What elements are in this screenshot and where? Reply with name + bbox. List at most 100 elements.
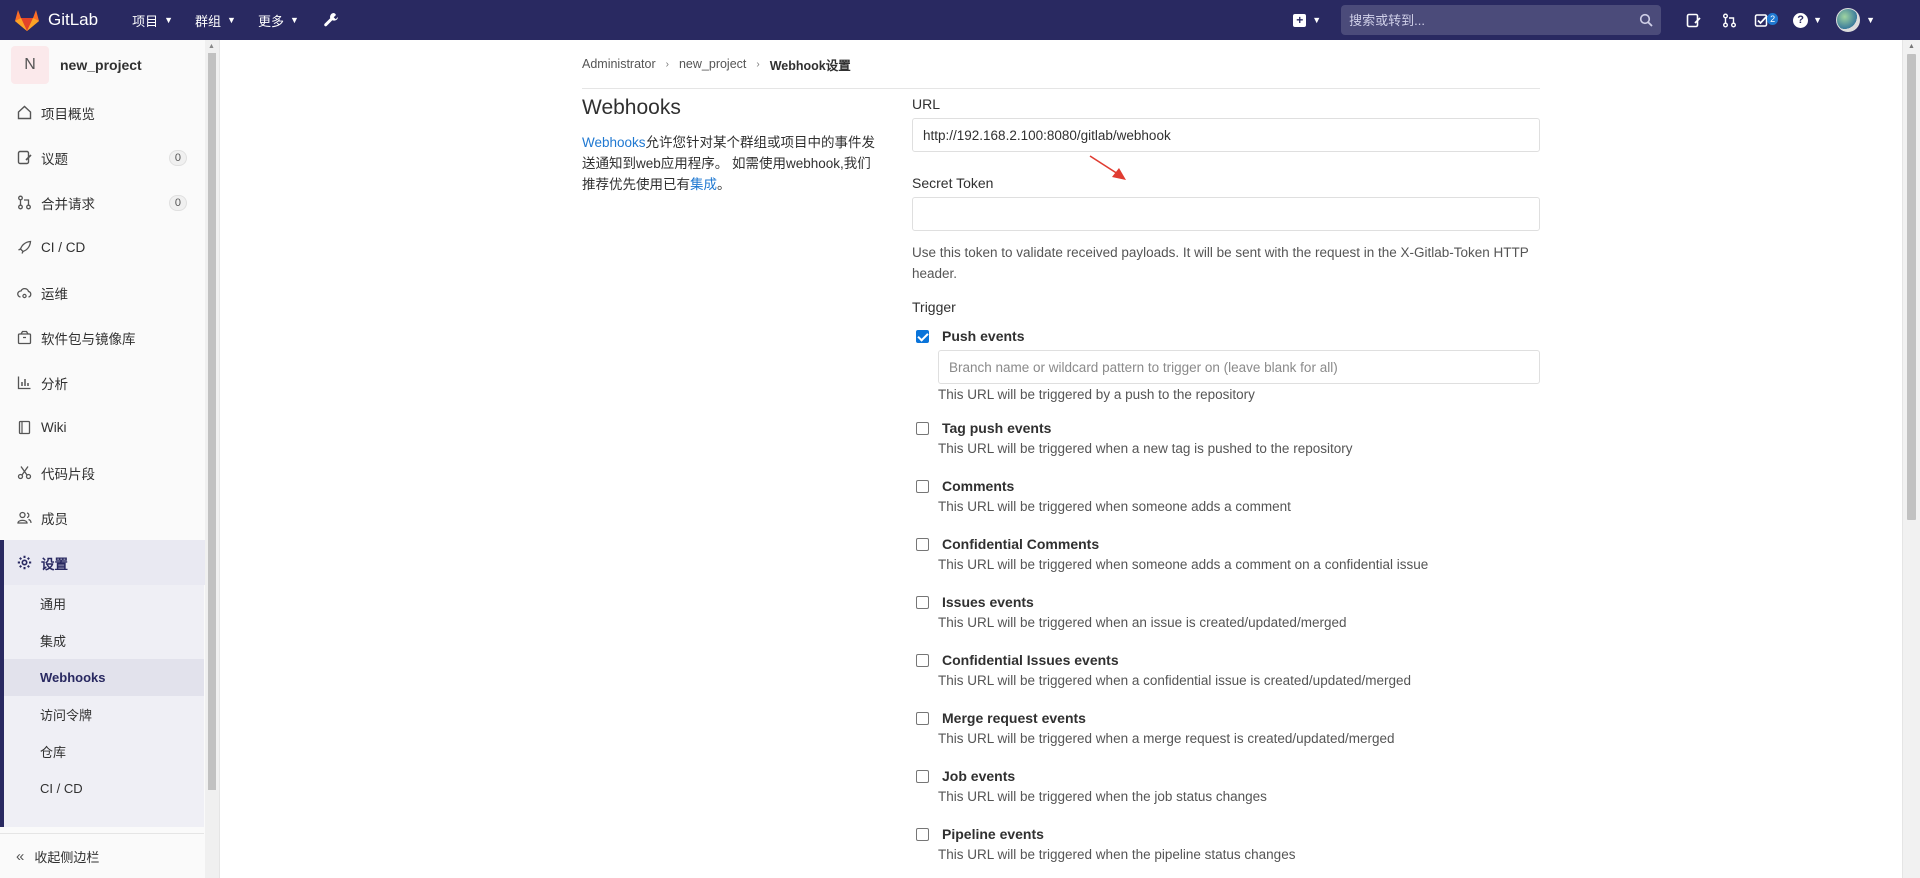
sidebar-subitem-repository[interactable]: 仓库 xyxy=(4,733,204,770)
trigger-title[interactable]: Merge request events xyxy=(942,710,1086,726)
secret-token-label: Secret Token xyxy=(912,175,994,191)
users-icon xyxy=(16,510,32,526)
nav-more-label: 更多 xyxy=(257,13,284,29)
merge-requests-nav-button[interactable] xyxy=(1711,0,1747,40)
sidebar-item-operations[interactable]: 运维 xyxy=(0,270,204,315)
chevron-right-icon: › xyxy=(665,58,669,70)
red-annotation-arrow-icon xyxy=(1089,155,1126,180)
sidebar-item-label: 项目概览 xyxy=(41,106,95,122)
settings-description: Webhooks Webhooks允许您针对某个群组或项目中的事件发送通知到we… xyxy=(582,96,882,195)
breadcrumb-admin-link[interactable]: Administrator xyxy=(582,57,656,71)
new-dropdown-button[interactable]: + ▼ xyxy=(1293,13,1321,27)
sidebar-subitem-integrations[interactable]: 集成 xyxy=(4,622,204,659)
issues-count-badge: 0 xyxy=(168,149,187,166)
trigger-help: This URL will be triggered when an issue… xyxy=(938,615,1347,630)
trigger-title[interactable]: Comments xyxy=(942,478,1014,494)
chevron-down-icon: ▼ xyxy=(164,15,174,25)
sidebar-item-merge-requests[interactable]: 合并请求 0 xyxy=(0,180,204,225)
nav-more-dropdown[interactable]: 更多 ▼ xyxy=(250,0,307,40)
trigger-issues-events: Issues events This URL will be triggered… xyxy=(912,594,1540,630)
merge-request-events-checkbox[interactable] xyxy=(916,711,929,725)
trigger-title[interactable]: Job events xyxy=(942,768,1015,784)
search-input[interactable] xyxy=(1349,12,1640,28)
tag-push-events-checkbox[interactable] xyxy=(916,421,929,435)
branch-filter-input[interactable] xyxy=(938,350,1540,384)
url-input[interactable] xyxy=(912,118,1540,152)
sidebar-subitem-general[interactable]: 通用 xyxy=(4,585,204,622)
trigger-confidential-comments: Confidential Comments This URL will be t… xyxy=(912,536,1540,572)
breadcrumb-project-link[interactable]: new_project xyxy=(679,57,746,71)
merge-request-icon xyxy=(16,195,32,211)
sidebar-item-snippets[interactable]: 代码片段 xyxy=(0,450,204,495)
page-scrollbar-thumb[interactable] xyxy=(1907,54,1916,520)
chevron-down-icon: ▼ xyxy=(1866,15,1875,25)
sidebar-scrollbar[interactable]: ▲ xyxy=(205,40,219,878)
trigger-help: This URL will be triggered when someone … xyxy=(938,499,1291,514)
search-box[interactable] xyxy=(1341,5,1662,35)
page-scrollbar[interactable]: ▲ xyxy=(1902,40,1920,878)
push-events-checkbox[interactable] xyxy=(916,329,929,343)
sidebar-item-issues[interactable]: 议题 0 xyxy=(0,135,204,180)
issues-icon xyxy=(16,150,32,166)
sidebar-scrollbar-thumb[interactable] xyxy=(208,53,216,790)
gitlab-fox-icon xyxy=(15,10,39,31)
secret-token-input[interactable] xyxy=(912,197,1540,231)
sidebar-item-overview[interactable]: 项目概览 xyxy=(0,90,204,135)
trigger-title[interactable]: Pipeline events xyxy=(942,826,1044,842)
nav-groups-dropdown[interactable]: 群组 ▼ xyxy=(187,0,244,40)
sidebar-item-label: 运维 xyxy=(41,286,68,302)
scroll-up-arrow-icon: ▲ xyxy=(208,43,215,50)
collapse-sidebar-button[interactable]: « 收起侧边栏 xyxy=(0,833,204,878)
sidebar-subitem-cicd[interactable]: CI / CD xyxy=(4,770,204,807)
sidebar-item-members[interactable]: 成员 xyxy=(0,495,204,540)
sidebar-item-analytics[interactable]: 分析 xyxy=(0,360,204,405)
todo-count-badge: 2 xyxy=(1767,13,1779,25)
double-chevron-left-icon: « xyxy=(16,847,25,865)
sidebar-item-label: CI / CD xyxy=(41,240,86,255)
trigger-title[interactable]: Push events xyxy=(942,328,1024,344)
trigger-help: This URL will be triggered when a confid… xyxy=(938,673,1412,688)
job-events-checkbox[interactable] xyxy=(916,769,929,783)
trigger-title[interactable]: Confidential Comments xyxy=(942,536,1099,552)
nav-projects-dropdown[interactable]: 项目 ▼ xyxy=(124,0,181,40)
sidebar-subitem-webhooks[interactable]: Webhooks xyxy=(4,659,204,696)
confidential-issues-events-checkbox[interactable] xyxy=(916,653,929,667)
sidebar-item-label: 分析 xyxy=(41,376,68,392)
collapse-sidebar-label: 收起侧边栏 xyxy=(34,849,100,865)
integrations-link[interactable]: 集成 xyxy=(690,177,717,192)
webhooks-doc-link[interactable]: Webhooks xyxy=(582,135,646,150)
sidebar-item-cicd[interactable]: CI / CD xyxy=(0,225,204,270)
user-menu-button[interactable]: ▼ xyxy=(1836,8,1875,32)
todos-nav-button[interactable]: 2 xyxy=(1747,0,1783,40)
project-header-link[interactable]: N new_project xyxy=(0,40,219,90)
brand-name: GitLab xyxy=(48,10,99,29)
trigger-title[interactable]: Tag push events xyxy=(942,420,1051,436)
pipeline-events-checkbox[interactable] xyxy=(916,827,929,841)
help-dropdown-button[interactable]: ? ▼ xyxy=(1793,12,1822,28)
admin-area-button[interactable] xyxy=(315,0,347,40)
sidebar-item-settings[interactable]: 设置 xyxy=(4,540,208,585)
merge-request-icon xyxy=(1722,13,1736,27)
breadcrumb-current[interactable]: Webhook设置 xyxy=(770,55,851,74)
sidebar-subitem-access-tokens[interactable]: 访问令牌 xyxy=(4,696,204,733)
description-text-end: 。 xyxy=(717,177,731,192)
issues-nav-button[interactable] xyxy=(1675,0,1711,40)
trigger-title[interactable]: Confidential Issues events xyxy=(942,652,1119,668)
trigger-title[interactable]: Issues events xyxy=(942,594,1034,610)
project-sidebar: N new_project 项目概览 议题 0 合并请求 0 CI / CD 运… xyxy=(0,40,220,878)
comments-checkbox[interactable] xyxy=(916,479,929,493)
scroll-up-arrow-icon: ▲ xyxy=(1908,43,1915,50)
sidebar-item-packages[interactable]: 软件包与镜像库 xyxy=(0,315,204,360)
gear-icon xyxy=(16,555,32,571)
wrench-icon xyxy=(324,13,338,27)
sidebar-item-label: 合并请求 xyxy=(41,196,95,212)
chevron-right-icon: › xyxy=(756,58,760,70)
trigger-pipeline-events: Pipeline events This URL will be trigger… xyxy=(912,826,1540,862)
trigger-help: This URL will be triggered when someone … xyxy=(938,557,1429,572)
cloud-gear-icon xyxy=(16,285,32,301)
sidebar-item-wiki[interactable]: Wiki xyxy=(0,405,204,450)
confidential-comments-checkbox[interactable] xyxy=(916,537,929,551)
gitlab-logo-link[interactable]: GitLab xyxy=(14,0,98,40)
sidebar-item-label: 设置 xyxy=(41,556,68,572)
issues-events-checkbox[interactable] xyxy=(916,595,929,609)
